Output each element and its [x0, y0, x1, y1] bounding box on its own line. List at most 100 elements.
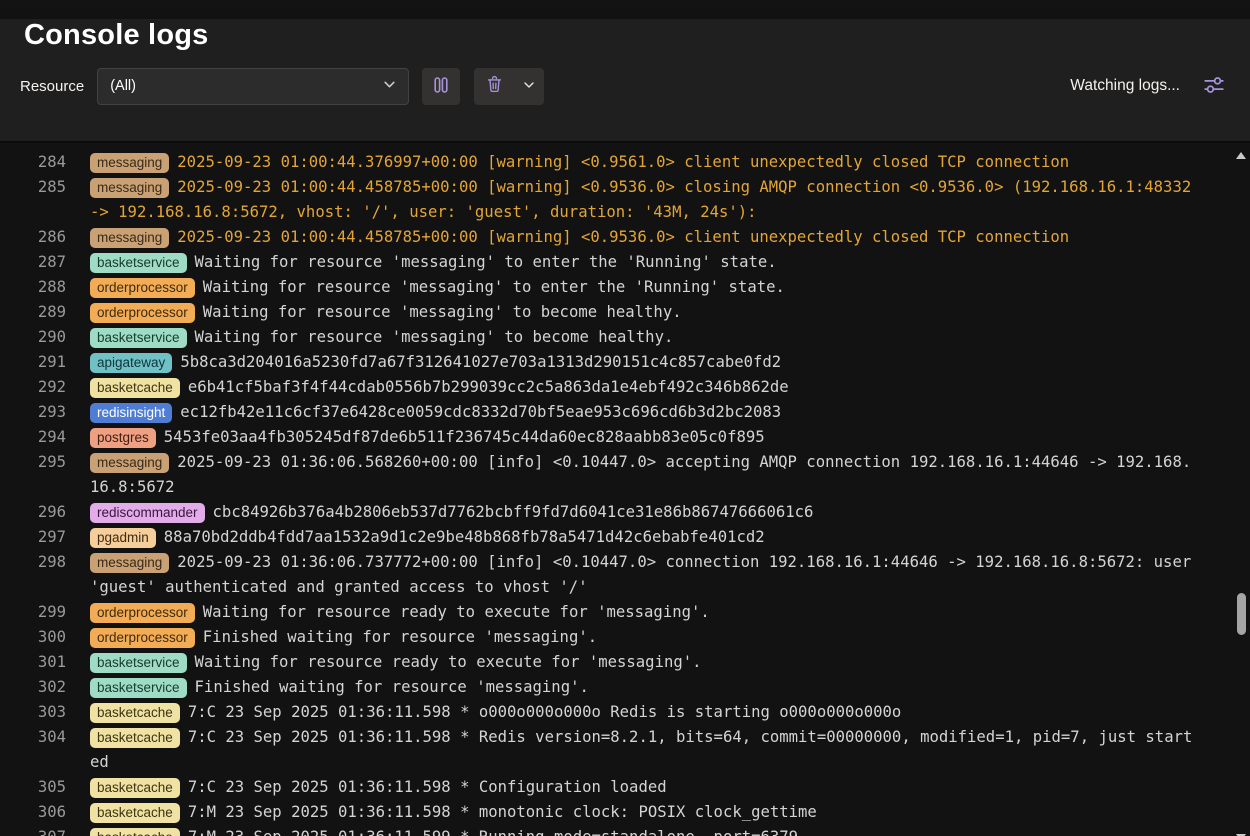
- log-line-number: 298: [0, 550, 66, 600]
- log-row: 307 basketcache7:M 23 Sep 2025 01:36:11.…: [0, 825, 1234, 836]
- clear-logs-button[interactable]: [474, 68, 514, 105]
- log-settings-button[interactable]: [1198, 70, 1230, 102]
- scrollbar-thumb[interactable]: [1237, 593, 1246, 635]
- log-line-number: 287: [0, 250, 66, 275]
- toolbar: Resource (All): [0, 67, 1250, 105]
- log-content: basketserviceFinished waiting for resour…: [90, 675, 1196, 700]
- resource-badge: rediscommander: [90, 503, 205, 523]
- filter-sliders-icon: [1201, 72, 1227, 101]
- resource-badge: basketservice: [90, 328, 187, 348]
- log-row: 301 basketserviceWaiting for resource re…: [0, 650, 1234, 675]
- log-content: redisinsight ec12fb42e11c6cf37e6428ce0059…: [90, 400, 1196, 425]
- log-row: 285 messaging2025-09-23 01:00:44.458785+…: [0, 175, 1234, 225]
- log-row: 290 basketserviceWaiting for resource 'm…: [0, 325, 1234, 350]
- resource-badge: orderprocessor: [90, 603, 195, 623]
- log-content: messaging2025-09-23 01:00:44.376997+00:0…: [90, 150, 1196, 175]
- resource-badge: basketcache: [90, 778, 180, 798]
- log-row: 288 orderprocessorWaiting for resource '…: [0, 275, 1234, 300]
- log-message: 7:M 23 Sep 2025 01:36:11.599 * Running m…: [188, 828, 808, 836]
- log-content: orderprocessorWaiting for resource 'mess…: [90, 300, 1196, 325]
- log-line-number: 289: [0, 300, 66, 325]
- log-line-number: 301: [0, 650, 66, 675]
- resource-badge: basketcache: [90, 728, 180, 748]
- log-content: pgadmin 88a70bd2ddb4fdd7aa1532a9d1c2e9be4…: [90, 525, 1196, 550]
- log-line-number: 294: [0, 425, 66, 450]
- scrollbar-up-arrow-icon[interactable]: [1236, 152, 1246, 159]
- toolbar-right: Watching logs...: [1070, 70, 1230, 102]
- log-content: basketcache7:C 23 Sep 2025 01:36:11.598 …: [90, 725, 1196, 775]
- log-content: orderprocessorFinished waiting for resou…: [90, 625, 1196, 650]
- log-message: 7:M 23 Sep 2025 01:36:11.598 * monotonic…: [188, 803, 817, 821]
- log-line-number: 303: [0, 700, 66, 725]
- log-content: messaging2025-09-23 01:36:06.737772+00:0…: [90, 550, 1196, 600]
- window-top-strip: [0, 0, 1250, 7]
- log-content: orderprocessorWaiting for resource 'mess…: [90, 275, 1196, 300]
- log-row: 303 basketcache 7:C 23 Sep 2025 01:36:11.…: [0, 700, 1234, 725]
- log-line-number: 291: [0, 350, 66, 375]
- log-row: 297 pgadmin 88a70bd2ddb4fdd7aa1532a9d1c2e…: [0, 525, 1234, 550]
- resource-badge: basketservice: [90, 653, 187, 673]
- log-line-number: 305: [0, 775, 66, 800]
- log-message: Waiting for resource 'messaging' to ente…: [195, 253, 777, 271]
- log-content: postgres5453fe03aa4fb305245df87de6b511f2…: [90, 425, 1196, 450]
- log-content: orderprocessorWaiting for resource ready…: [90, 600, 1196, 625]
- log-content: basketcache 7:C 23 Sep 2025 01:36:11.598 …: [90, 700, 1196, 725]
- resource-badge: apigateway: [90, 353, 172, 373]
- log-message: 2025-09-23 01:36:06.568260+00:00 [info] …: [90, 453, 1191, 496]
- log-row: 304 basketcache7:C 23 Sep 2025 01:36:11.…: [0, 725, 1234, 775]
- resource-badge: messaging: [90, 178, 169, 198]
- log-row: 292 basketcachee6b41cf5baf3f4f44cdab0556…: [0, 375, 1234, 400]
- log-content: basketserviceWaiting for resource ready …: [90, 650, 1196, 675]
- log-message: ec12fb42e11c6cf37e6428ce0059cdc8332d70bf…: [180, 403, 781, 421]
- log-message: Finished waiting for resource 'messaging…: [195, 678, 589, 696]
- log-line-number: 296: [0, 500, 66, 525]
- log-row: 305 basketcache 7:C 23 Sep 2025 01:36:11.…: [0, 775, 1234, 800]
- log-row: 287 basketserviceWaiting for resource 'm…: [0, 250, 1234, 275]
- clear-logs-menu-button[interactable]: [514, 68, 544, 105]
- log-line-number: 299: [0, 600, 66, 625]
- pause-logs-button[interactable]: [422, 68, 460, 105]
- log-row: 300 orderprocessorFinished waiting for r…: [0, 625, 1234, 650]
- log-line-number: 295: [0, 450, 66, 500]
- log-line-number: 297: [0, 525, 66, 550]
- log-message: 88a70bd2ddb4fdd7aa1532a9d1c2e9be48b868fb…: [164, 528, 765, 546]
- log-content: messaging2025-09-23 01:00:44.458785+00:0…: [90, 175, 1196, 225]
- log-line-number: 306: [0, 800, 66, 825]
- log-message: 7:C 23 Sep 2025 01:36:11.598 * o000o000o…: [188, 703, 902, 721]
- clear-logs-split-button: [474, 68, 544, 105]
- log-content: basketcache 7:M 23 Sep 2025 01:36:11.598 …: [90, 800, 1196, 825]
- resource-badge: pgadmin: [90, 528, 156, 548]
- log-message: 2025-09-23 01:00:44.458785+00:00 [warnin…: [90, 178, 1201, 221]
- page-title: Console logs: [24, 19, 1250, 52]
- resource-label: Resource: [20, 78, 84, 95]
- log-message: Waiting for resource 'messaging' to beco…: [195, 328, 674, 346]
- resource-badge: redisinsight: [90, 403, 172, 423]
- log-message: 7:C 23 Sep 2025 01:36:11.598 * Redis ver…: [90, 728, 1192, 771]
- log-list: 284 messaging2025-09-23 01:00:44.376997+…: [0, 150, 1234, 836]
- console-logs-header: Console logs Resource (All): [0, 19, 1250, 143]
- log-message: 2025-09-23 01:00:44.458785+00:00 [warnin…: [177, 228, 1069, 246]
- log-content: apigateway5b8ca3d204016a5230fd7a67f31264…: [90, 350, 1196, 375]
- log-row: 286 messaging2025-09-23 01:00:44.458785+…: [0, 225, 1234, 250]
- log-content: rediscommandercbc84926b376a4b2806eb537d7…: [90, 500, 1196, 525]
- log-row: 291 apigateway5b8ca3d204016a5230fd7a67f3…: [0, 350, 1234, 375]
- resource-badge: basketcache: [90, 803, 180, 823]
- log-message: e6b41cf5baf3f4f44cdab0556b7b299039cc2c5a…: [188, 378, 789, 396]
- log-row: 295 messaging2025-09-23 01:36:06.568260+…: [0, 450, 1234, 500]
- resource-badge: basketcache: [90, 703, 180, 723]
- log-message: 5453fe03aa4fb305245df87de6b511f236745c44…: [164, 428, 765, 446]
- vertical-scrollbar[interactable]: [1234, 143, 1249, 836]
- log-line-number: 293: [0, 400, 66, 425]
- chevron-down-icon: [383, 78, 396, 95]
- log-row: 293 redisinsight ec12fb42e11c6cf37e6428ce…: [0, 400, 1234, 425]
- log-content: messaging2025-09-23 01:00:44.458785+00:0…: [90, 225, 1196, 250]
- log-row: 296 rediscommandercbc84926b376a4b2806eb5…: [0, 500, 1234, 525]
- resource-select[interactable]: (All): [97, 68, 409, 105]
- resource-badge: messaging: [90, 553, 169, 573]
- log-message: Waiting for resource 'messaging' to beco…: [203, 303, 682, 321]
- log-row: 302 basketserviceFinished waiting for re…: [0, 675, 1234, 700]
- log-message: 7:C 23 Sep 2025 01:36:11.598 * Configura…: [188, 778, 667, 796]
- log-message: Waiting for resource 'messaging' to ente…: [203, 278, 785, 296]
- log-row: 294 postgres5453fe03aa4fb305245df87de6b5…: [0, 425, 1234, 450]
- resource-badge: basketcache: [90, 378, 180, 398]
